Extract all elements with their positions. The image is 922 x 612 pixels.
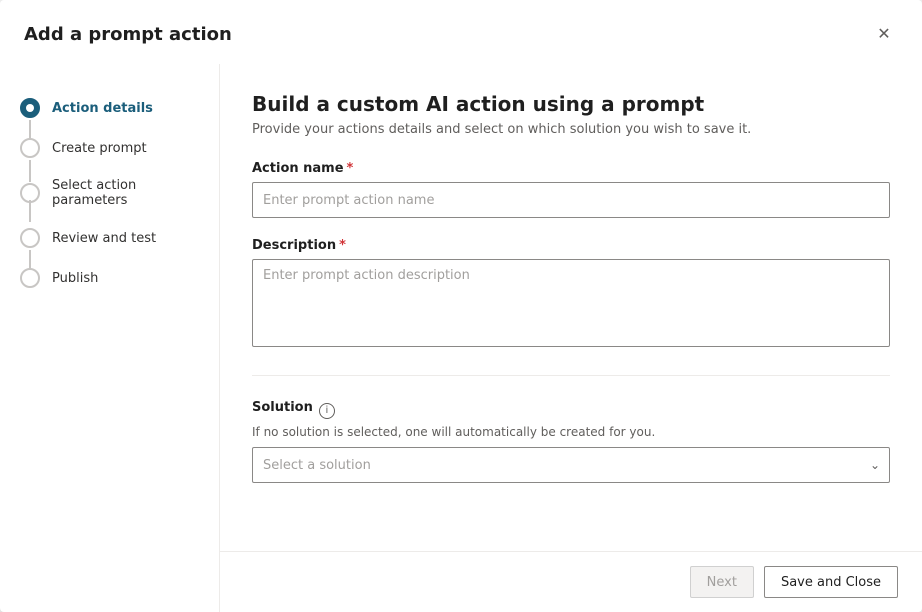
close-button[interactable]: ✕ — [870, 20, 898, 48]
save-close-button[interactable]: Save and Close — [764, 566, 898, 598]
step-circle-action-details — [20, 98, 40, 118]
divider — [252, 375, 890, 376]
dialog-body: Action details Create prompt Select acti… — [0, 64, 922, 612]
description-input[interactable] — [252, 259, 890, 347]
section-title: Build a custom AI action using a prompt — [252, 92, 890, 116]
description-field-group: Description * — [252, 238, 890, 351]
sidebar-item-label-create-prompt: Create prompt — [52, 141, 147, 156]
action-name-field-group: Action name * — [252, 161, 890, 218]
solution-select[interactable]: Select a solution — [252, 447, 890, 483]
sidebar-item-label-select-params: Select action parameters — [52, 178, 199, 208]
next-button[interactable]: Next — [690, 566, 754, 598]
description-required-star: * — [339, 238, 346, 253]
section-subtitle: Provide your actions details and select … — [252, 122, 890, 137]
dialog-title: Add a prompt action — [24, 24, 232, 45]
sidebar-item-label-action-details: Action details — [52, 101, 153, 116]
sidebar-item-label-review: Review and test — [52, 231, 156, 246]
action-name-label: Action name * — [252, 161, 890, 176]
action-name-required-star: * — [347, 161, 354, 176]
sidebar-item-action-details[interactable]: Action details — [0, 88, 219, 128]
sidebar-item-create-prompt[interactable]: Create prompt — [0, 128, 219, 168]
sidebar: Action details Create prompt Select acti… — [0, 64, 220, 612]
step-circle-review — [20, 228, 40, 248]
dialog-footer: Next Save and Close — [220, 551, 922, 612]
solution-label-row: Solution i — [252, 400, 890, 421]
solution-select-wrapper: Select a solution ⌄ — [252, 447, 890, 483]
solution-field-group: Solution i If no solution is selected, o… — [252, 400, 890, 483]
add-prompt-action-dialog: Add a prompt action ✕ Action details Cre… — [0, 0, 922, 612]
main-scroll-area: Build a custom AI action using a prompt … — [220, 64, 922, 551]
sidebar-item-label-publish: Publish — [52, 271, 98, 286]
sidebar-item-review-and-test[interactable]: Review and test — [0, 218, 219, 258]
dialog-header: Add a prompt action ✕ — [0, 0, 922, 64]
step-circle-publish — [20, 268, 40, 288]
step-circle-create-prompt — [20, 138, 40, 158]
sidebar-item-publish[interactable]: Publish — [0, 258, 219, 298]
solution-hint: If no solution is selected, one will aut… — [252, 425, 890, 439]
action-name-input[interactable] — [252, 182, 890, 218]
main-content: Build a custom AI action using a prompt … — [220, 64, 922, 612]
solution-label: Solution — [252, 400, 313, 415]
description-label: Description * — [252, 238, 890, 253]
solution-info-icon[interactable]: i — [319, 403, 335, 419]
sidebar-item-select-action-parameters[interactable]: Select action parameters — [0, 168, 219, 218]
